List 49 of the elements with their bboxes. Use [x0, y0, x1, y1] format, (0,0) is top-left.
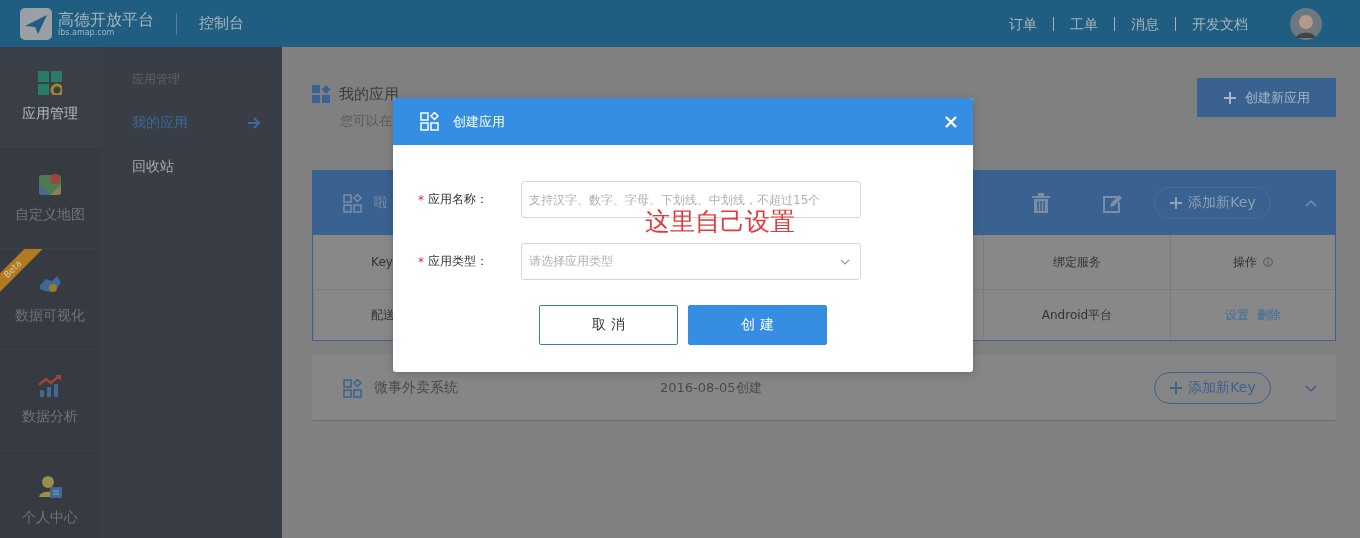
apps-icon [343, 378, 362, 398]
plus-icon [1169, 196, 1184, 210]
chevron-down-icon [840, 258, 850, 265]
chevron-up-icon[interactable] [1305, 198, 1317, 208]
edit-icon [1102, 193, 1122, 213]
nav-link[interactable]: 工单 [1054, 16, 1115, 31]
nav-link[interactable]: 消息 [1115, 16, 1176, 31]
create-button[interactable]: 创 建 [688, 305, 827, 345]
apps-gear-icon [38, 71, 62, 95]
column-header: 绑定服务 [983, 235, 1170, 290]
plus-icon [1169, 381, 1184, 395]
submenu-item[interactable]: 回收站 [132, 158, 260, 176]
apps-icon [420, 112, 439, 131]
close-icon [945, 115, 957, 128]
column-header: 操作 [1233, 253, 1257, 271]
apps-icon [343, 193, 362, 213]
user-card-icon [38, 475, 62, 499]
bar-chart-icon [38, 374, 62, 398]
sidebar-label: 应用管理 [22, 105, 78, 123]
logo-url: lbs.amap.com [58, 27, 115, 37]
plus-icon [1223, 90, 1237, 105]
logo-title: 高德开放平台 [58, 10, 154, 28]
apps-icon [312, 85, 331, 104]
app-name: 啦 [374, 194, 388, 212]
close-button[interactable] [945, 115, 957, 128]
required-mark: * [418, 192, 424, 207]
table-cell: Android平台 [983, 290, 1170, 340]
console-title: 控制台 [199, 14, 244, 33]
action-link[interactable]: 删除 [1257, 306, 1281, 324]
delete-button[interactable] [1032, 193, 1050, 213]
submenu-item[interactable]: 我的应用 [132, 114, 260, 132]
dialog-title: 创建应用 [453, 112, 506, 131]
avatar[interactable] [1290, 7, 1322, 40]
nav-link[interactable]: 订单 [993, 16, 1054, 31]
paper-plane-icon [20, 7, 52, 40]
field-label: 应用名称： [428, 191, 488, 208]
map-pin-icon [38, 172, 62, 196]
nav-link[interactable]: 开发文档 [1176, 16, 1264, 31]
created-date: 2016-08-05创建 [660, 379, 762, 397]
create-app-button[interactable]: 创建新应用 [1197, 78, 1336, 117]
select-field[interactable]: 请选择应用类型 [521, 243, 861, 280]
edit-button[interactable] [1102, 193, 1122, 213]
chevron-down-icon[interactable] [1305, 383, 1317, 393]
arrow-icon [247, 116, 260, 130]
trash-icon [1032, 193, 1050, 213]
required-mark: * [418, 254, 424, 269]
app-name: 微事外卖系统 [374, 379, 458, 397]
cancel-button[interactable]: 取 消 [539, 305, 678, 345]
action-link[interactable]: 设置 [1225, 306, 1249, 324]
